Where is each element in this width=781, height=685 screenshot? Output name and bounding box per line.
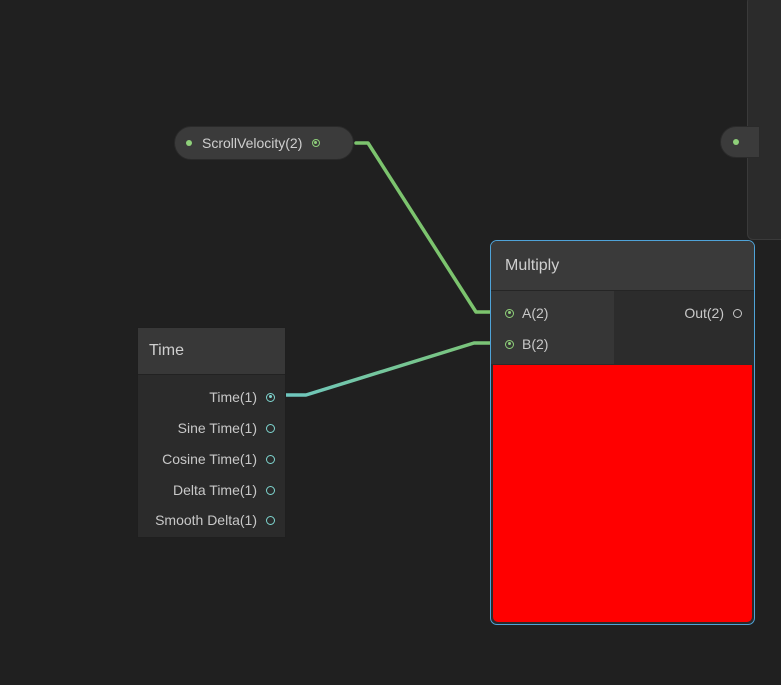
blackboard-panel[interactable]: [747, 0, 781, 240]
property-node-label: ScrollVelocity(2): [202, 135, 303, 151]
input-label: A(2): [522, 305, 549, 321]
time-output-delta-time: Delta Time(1): [173, 480, 275, 500]
multiply-node[interactable]: Multiply A(2) B(2) Out(2): [490, 240, 755, 625]
wire-scrollvelocity-to-a: [354, 141, 508, 314]
output-label: Delta Time(1): [172, 482, 257, 498]
output-label: Sine Time(1): [177, 420, 257, 436]
time-output-cosine-time: Cosine Time(1): [162, 449, 275, 469]
smooth-delta-output-port[interactable]: [266, 515, 275, 525]
property-exposed-dot-icon: [733, 139, 739, 145]
input-b-port[interactable]: [505, 339, 514, 349]
time-output-time: Time(1): [209, 387, 275, 407]
time-node[interactable]: Time Time(1) Sine Time(1) Cosine Time(1)…: [137, 327, 286, 538]
cosine-time-output-port[interactable]: [266, 454, 275, 464]
output-label: Time(1): [209, 389, 257, 405]
multiply-input-a: A(2): [505, 303, 548, 323]
time-node-title: Time: [138, 328, 285, 375]
shader-graph-canvas[interactable]: ScrollVelocity(2) Time Time(1) Sine Time…: [0, 0, 781, 685]
multiply-node-title: Multiply: [491, 241, 754, 291]
output-label: Out(2): [684, 305, 724, 321]
multiply-output-out: Out(2): [684, 303, 742, 323]
offscreen-property-node[interactable]: [720, 126, 760, 158]
multiply-inputs: A(2) B(2): [491, 291, 614, 364]
wire-time-to-b: [284, 341, 508, 397]
node-preview: [493, 365, 752, 622]
time-output-port[interactable]: [266, 392, 275, 402]
output-label: Smooth Delta(1): [155, 512, 257, 528]
property-output-port[interactable]: [312, 139, 321, 147]
multiply-outputs: Out(2): [614, 291, 754, 364]
output-label: Cosine Time(1): [162, 451, 257, 467]
multiply-input-b: B(2): [505, 334, 548, 354]
input-label: B(2): [522, 336, 549, 352]
out-port[interactable]: [733, 308, 742, 318]
sine-time-output-port[interactable]: [266, 423, 275, 433]
time-output-sine-time: Sine Time(1): [178, 418, 275, 438]
delta-time-output-port[interactable]: [266, 485, 275, 495]
property-exposed-dot-icon: [186, 140, 192, 146]
scroll-velocity-property-node[interactable]: ScrollVelocity(2): [174, 126, 354, 160]
input-a-port[interactable]: [505, 308, 514, 318]
time-output-smooth-delta: Smooth Delta(1): [155, 510, 275, 530]
